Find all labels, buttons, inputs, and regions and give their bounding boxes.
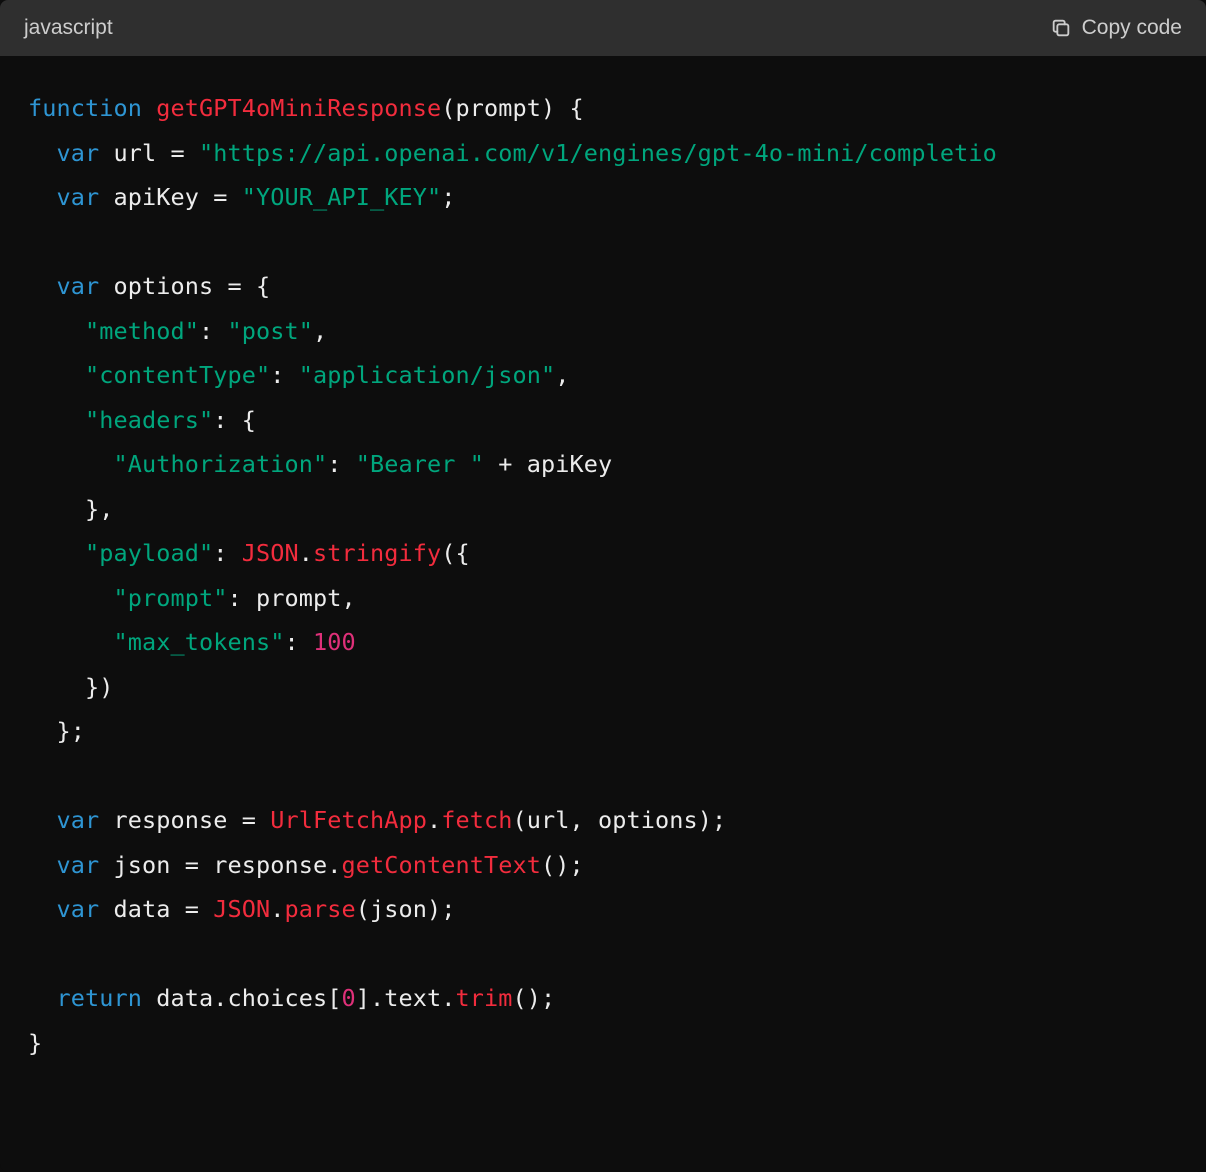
class-json: JSON (213, 895, 270, 923)
string-apikey: "YOUR_API_KEY" (242, 183, 441, 211)
number-0: 0 (341, 984, 355, 1012)
class-urlfetchapp: UrlFetchApp (270, 806, 427, 834)
keyword-var: var (57, 851, 100, 879)
code-content[interactable]: function getGPT4oMiniResponse(prompt) { … (0, 56, 1206, 1095)
copy-icon (1050, 17, 1072, 39)
keyword-return: return (57, 984, 143, 1012)
string-prompt-key: "prompt" (114, 584, 228, 612)
method-trim: trim (455, 984, 512, 1012)
keyword-var: var (57, 895, 100, 923)
code-block: javascript Copy code function getGPT4oMi… (0, 0, 1206, 1172)
keyword-var: var (57, 139, 100, 167)
method-stringify: stringify (313, 539, 441, 567)
keyword-function: function (28, 94, 142, 122)
method-getcontenttext: getContentText (341, 851, 540, 879)
string-url: "https://api.openai.com/v1/engines/gpt-4… (199, 139, 997, 167)
keyword-var: var (57, 806, 100, 834)
keyword-var: var (57, 272, 100, 300)
language-label: javascript (24, 16, 113, 40)
string-payload: "payload" (85, 539, 213, 567)
string-authorization: "Authorization" (114, 450, 328, 478)
function-name: getGPT4oMiniResponse (156, 94, 441, 122)
method-parse: parse (285, 895, 356, 923)
copy-label: Copy code (1082, 16, 1182, 40)
code-header: javascript Copy code (0, 0, 1206, 56)
param-prompt: prompt (455, 94, 541, 122)
class-json: JSON (242, 539, 299, 567)
string-method: "method" (85, 317, 199, 345)
string-contenttype: "contentType" (85, 361, 270, 389)
copy-code-button[interactable]: Copy code (1050, 16, 1182, 40)
method-fetch: fetch (441, 806, 512, 834)
number-100: 100 (313, 628, 356, 656)
string-maxtokens: "max_tokens" (114, 628, 285, 656)
string-headers: "headers" (85, 406, 213, 434)
keyword-var: var (57, 183, 100, 211)
